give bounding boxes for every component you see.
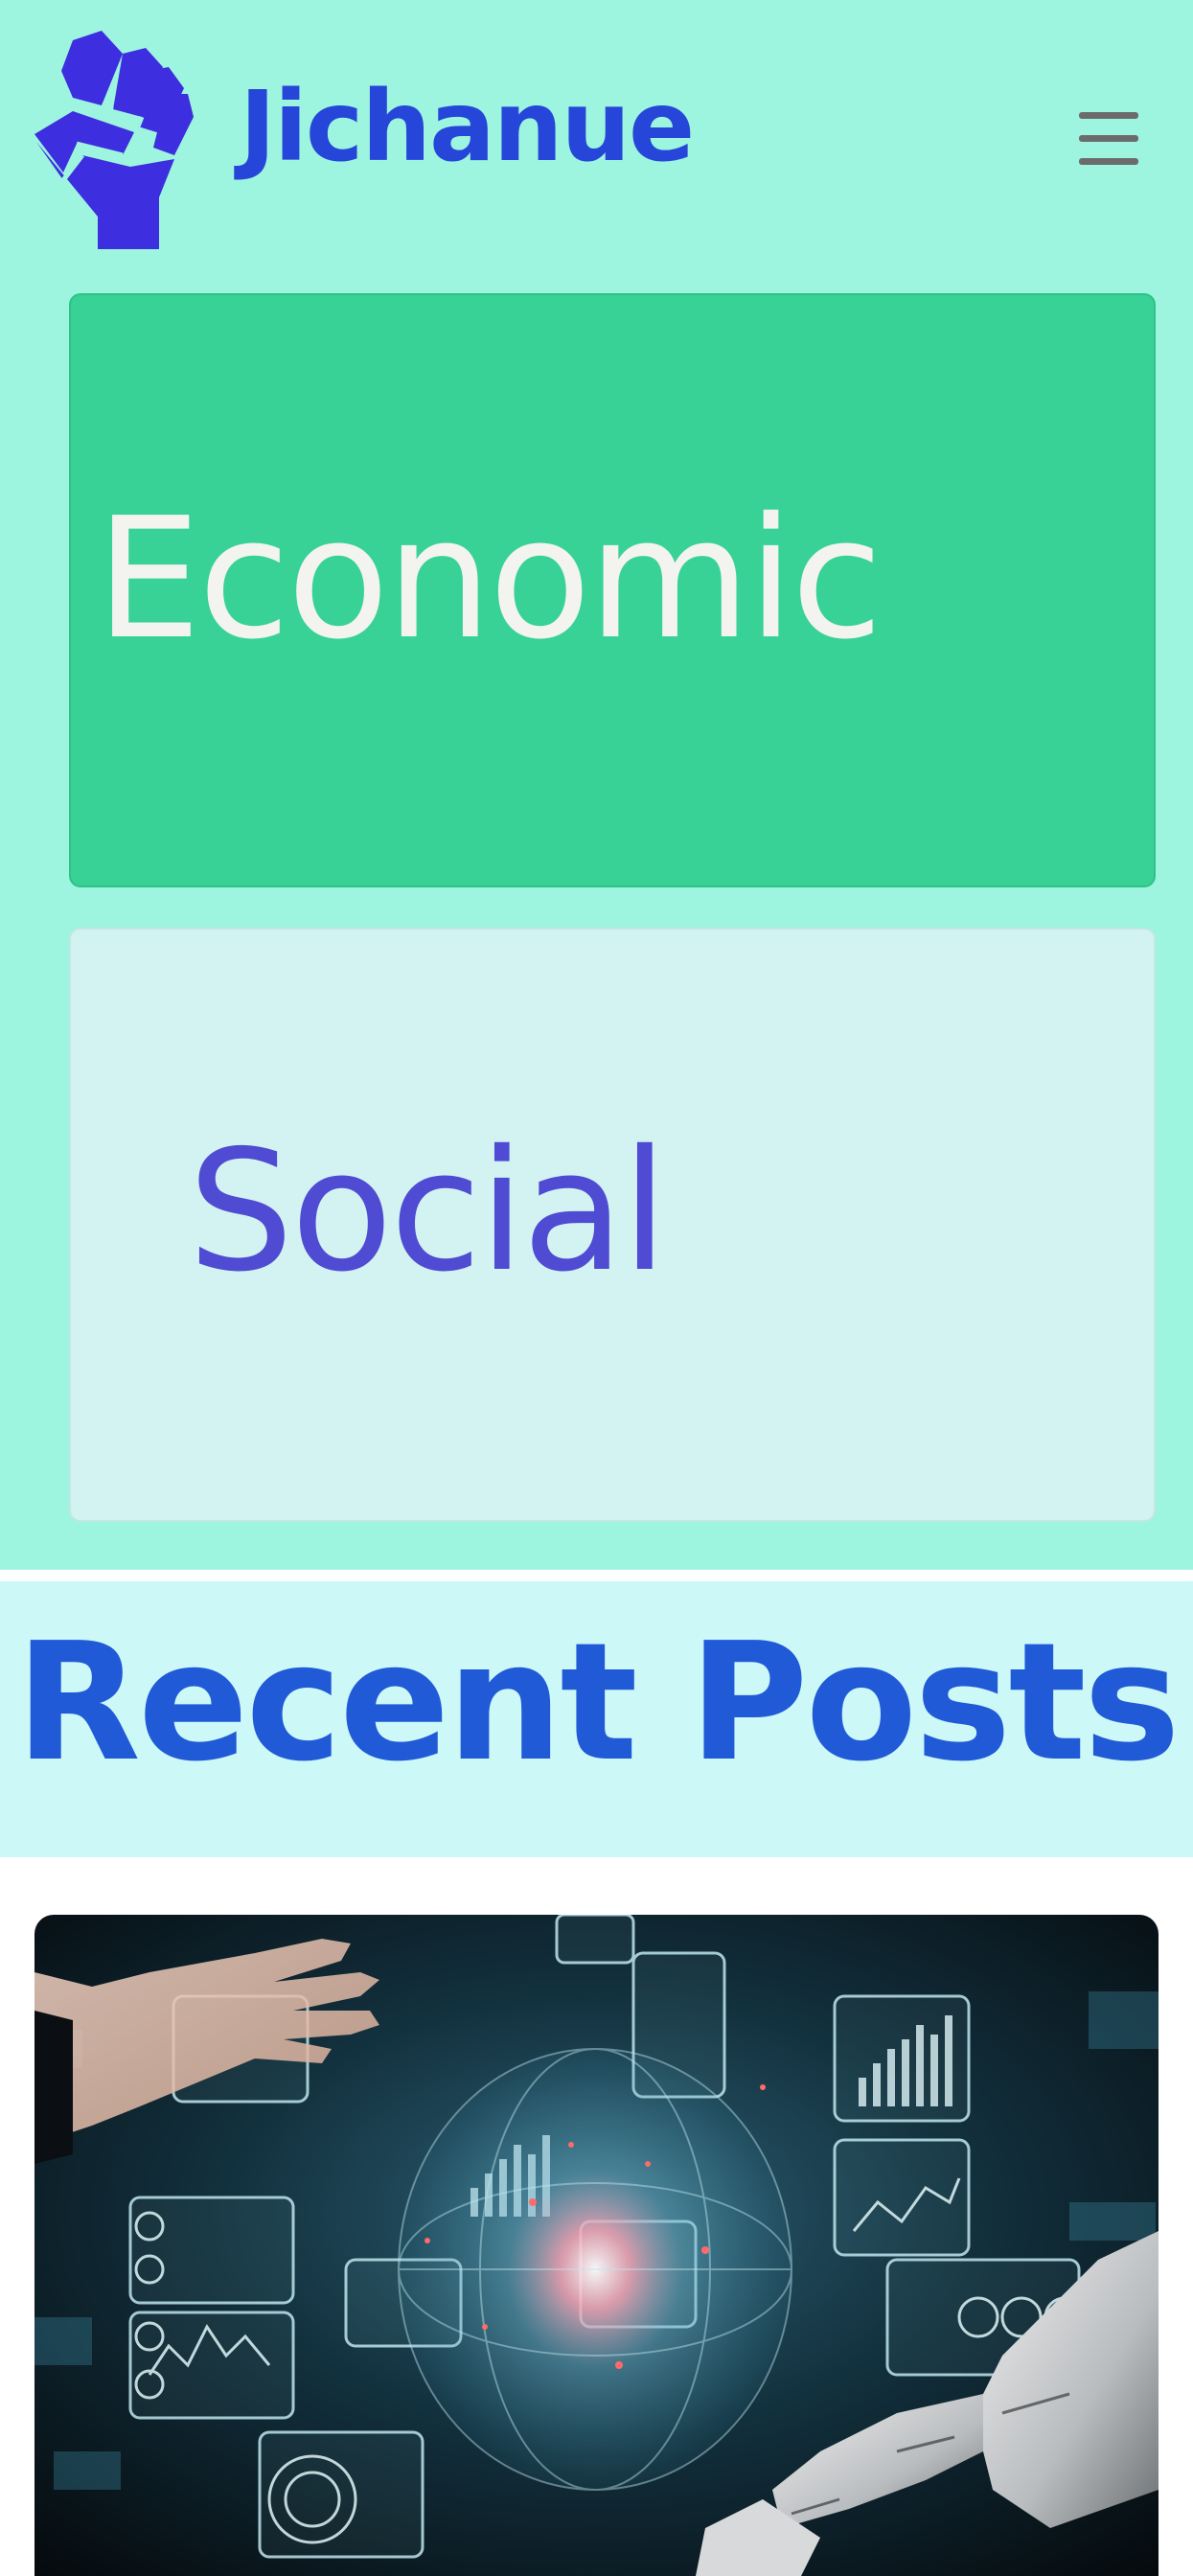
recent-posts-title: Recent Posts <box>15 1608 1181 1798</box>
category-card-social[interactable]: Social <box>69 928 1156 1522</box>
menu-line <box>1079 135 1138 142</box>
menu-line <box>1079 158 1138 165</box>
hero-area: Jichanue Economic Social <box>0 0 1193 1570</box>
category-label-economic: Economic <box>96 482 883 677</box>
recent-posts-header: Recent Posts <box>0 1581 1193 1857</box>
ai-hand-robot-hologram-image[interactable] <box>34 1915 1159 2576</box>
brand-name[interactable]: Jichanue <box>240 79 695 176</box>
category-card-economic[interactable]: Economic <box>69 293 1156 887</box>
category-label-social: Social <box>188 1115 668 1309</box>
menu-line <box>1079 112 1138 119</box>
hamburger-menu-icon[interactable] <box>1079 112 1138 166</box>
raised-fist-icon[interactable] <box>34 29 194 249</box>
navbar: Jichanue <box>0 0 1193 283</box>
post-card[interactable] <box>34 1915 1159 2576</box>
section-divider <box>0 1570 1193 1581</box>
